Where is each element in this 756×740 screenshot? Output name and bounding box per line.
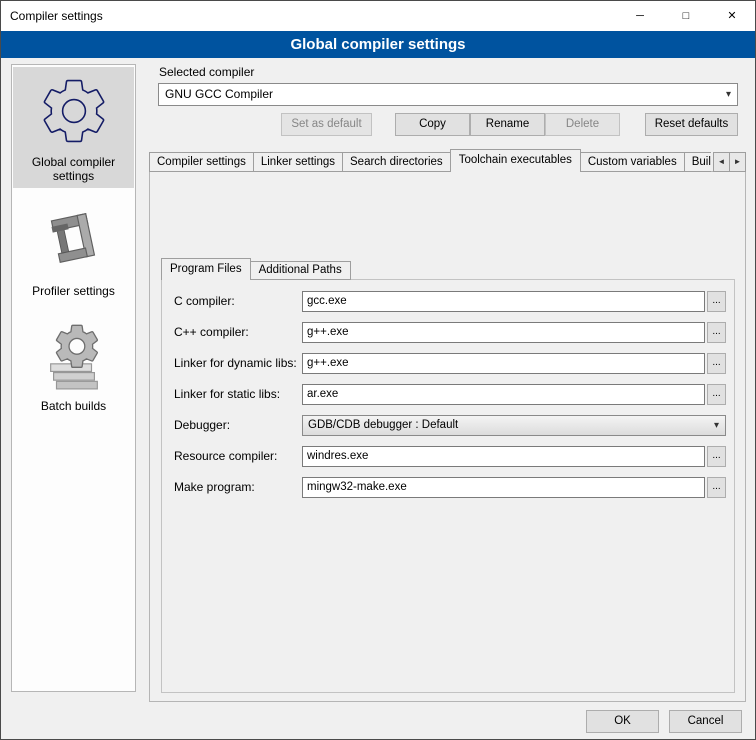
settings-category-sidebar: Global compiler settings Profiler settin…: [11, 64, 136, 692]
linker-dynamic-browse-button[interactable]: ...: [707, 353, 726, 374]
subtab-additional-paths[interactable]: Additional Paths: [250, 261, 351, 280]
linker-static-input[interactable]: ar.exe: [302, 384, 705, 405]
linker-static-browse-button[interactable]: ...: [707, 384, 726, 405]
maximize-icon[interactable]: □: [663, 1, 709, 31]
titlebar: Compiler settings ─ □ ✕: [1, 1, 755, 31]
compiler-settings-window: Compiler settings ─ □ ✕ Global compiler …: [0, 0, 756, 740]
tab-scroll-right-icon[interactable]: ►: [729, 152, 746, 172]
close-icon[interactable]: ✕: [709, 1, 755, 31]
make-program-input[interactable]: mingw32-make.exe: [302, 477, 705, 498]
set-as-default-button[interactable]: Set as default: [281, 113, 372, 136]
window-title: Compiler settings: [10, 1, 103, 31]
resource-compiler-value: windres.exe: [307, 450, 368, 462]
window-controls: ─ □ ✕: [617, 1, 755, 31]
dialog-banner: Global compiler settings: [1, 31, 755, 58]
tab-custom-variables[interactable]: Custom variables: [580, 152, 685, 172]
resource-compiler-label: Resource compiler:: [174, 449, 277, 463]
rename-button[interactable]: Rename: [470, 113, 545, 136]
sidebar-item-label: Global compiler settings: [22, 155, 126, 183]
sidebar-item-label: Batch builds: [41, 399, 106, 413]
c-compiler-browse-button[interactable]: ...: [707, 291, 726, 312]
compiler-tabbar: Compiler settings Linker settings Search…: [149, 149, 746, 172]
programs-subtabbar: Program Files Additional Paths: [161, 258, 351, 280]
c-compiler-label: C compiler:: [174, 294, 235, 308]
tab-scroll-left-icon[interactable]: ◄: [713, 152, 730, 172]
chevron-down-icon: ▾: [726, 84, 731, 105]
linker-dynamic-input[interactable]: g++.exe: [302, 353, 705, 374]
reset-defaults-button[interactable]: Reset defaults: [645, 113, 738, 136]
selected-compiler-dropdown[interactable]: GNU GCC Compiler ▾: [158, 83, 738, 106]
tab-build-options[interactable]: Builc: [684, 152, 711, 172]
sidebar-item-global-compiler-settings[interactable]: Global compiler settings: [13, 67, 134, 188]
cancel-button[interactable]: Cancel: [669, 710, 742, 733]
tab-linker-settings[interactable]: Linker settings: [253, 152, 343, 172]
resource-compiler-browse-button[interactable]: ...: [707, 446, 726, 467]
make-program-browse-button[interactable]: ...: [707, 477, 726, 498]
debugger-dropdown[interactable]: GDB/CDB debugger : Default ▾: [302, 415, 726, 436]
resource-compiler-input[interactable]: windres.exe: [302, 446, 705, 467]
linker-dynamic-label: Linker for dynamic libs:: [174, 356, 297, 370]
cpp-compiler-input[interactable]: g++.exe: [302, 322, 705, 343]
linker-static-label: Linker for static libs:: [174, 387, 280, 401]
cpp-compiler-value: g++.exe: [307, 326, 349, 338]
copy-button[interactable]: Copy: [395, 113, 470, 136]
make-program-label: Make program:: [174, 480, 255, 494]
debugger-label: Debugger:: [174, 418, 230, 432]
cpp-compiler-browse-button[interactable]: ...: [707, 322, 726, 343]
selected-compiler-value: GNU GCC Compiler: [165, 87, 273, 101]
tab-scroll-buttons: ◄ ►: [714, 152, 746, 172]
debugger-value: GDB/CDB debugger : Default: [308, 419, 458, 431]
blue-gear-icon: [36, 73, 112, 149]
tab-toolchain-executables[interactable]: Toolchain executables: [450, 149, 581, 172]
minimize-icon[interactable]: ─: [617, 1, 663, 31]
program-files-panel: C compiler: gcc.exe ... C++ compiler: g+…: [161, 279, 735, 693]
ok-button[interactable]: OK: [586, 710, 659, 733]
linker-dynamic-value: g++.exe: [307, 357, 349, 369]
linker-static-value: ar.exe: [307, 388, 338, 400]
c-compiler-input[interactable]: gcc.exe: [302, 291, 705, 312]
sidebar-item-profiler-settings[interactable]: Profiler settings: [13, 202, 134, 303]
gear-stack-icon: [39, 323, 109, 393]
subtab-program-files[interactable]: Program Files: [161, 258, 251, 280]
sidebar-item-batch-builds[interactable]: Batch builds: [13, 317, 134, 418]
cpp-compiler-label: C++ compiler:: [174, 325, 249, 339]
tabs-scroll-area: Compiler settings Linker settings Search…: [149, 149, 711, 172]
sidebar-item-label: Profiler settings: [32, 284, 115, 298]
clamp-icon: [39, 208, 109, 278]
c-compiler-value: gcc.exe: [307, 295, 347, 307]
delete-button[interactable]: Delete: [545, 113, 620, 136]
selected-compiler-label: Selected compiler: [159, 65, 254, 79]
chevron-down-icon: ▾: [714, 416, 719, 435]
tab-search-directories[interactable]: Search directories: [342, 152, 451, 172]
tab-compiler-settings[interactable]: Compiler settings: [149, 152, 254, 172]
make-program-value: mingw32-make.exe: [307, 481, 407, 493]
